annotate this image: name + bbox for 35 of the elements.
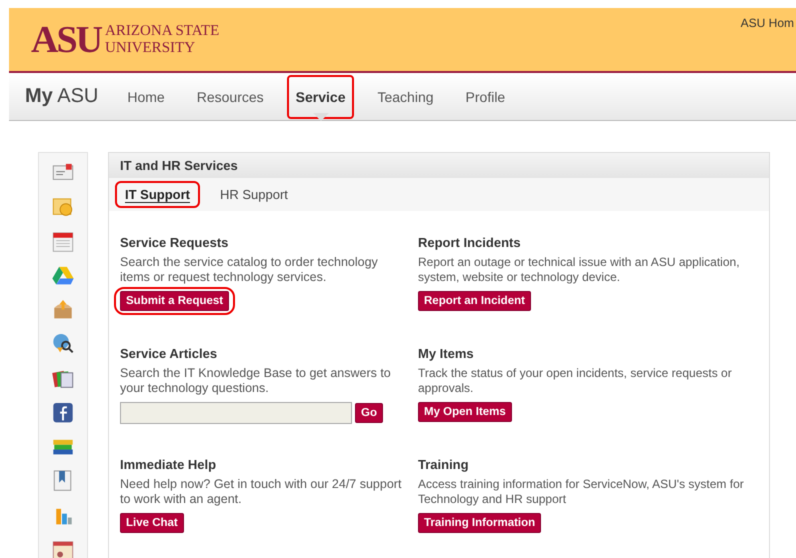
action-button[interactable]: Training Information [418,513,542,533]
globe-icon[interactable] [51,332,75,356]
panel-title: IT and HR Services [120,158,238,173]
search-field[interactable] [120,402,352,424]
support-tab[interactable]: HR Support [210,181,298,208]
section-description: Report an outage or technical issue with an ASU application, system, website or technology device. [418,255,741,285]
section-title: Training [418,457,470,472]
section-description: Need help now? Get in touch with our 24/7 support to work with an agent. [120,477,402,507]
section-description: Access training information for ServiceNow, ASU's system for Technology and HR support [418,477,745,507]
logo-mark[interactable]: ASU [31,21,102,59]
action-button[interactable]: Live Chat [120,513,184,533]
nav-tab[interactable]: Profile [456,74,514,118]
section-description: Search the service catalog to order technology items or request technology services. [120,255,379,285]
nav-tab[interactable]: Service [286,74,354,118]
section-title: My Items [418,346,475,361]
logo-text: ARIZONA STATE [105,23,220,40]
social-icon[interactable] [51,400,75,424]
section-description: Search the IT Knowledge Base to get answers to your technology questions. [120,366,392,396]
action-button[interactable]: Submit a Request [120,291,230,311]
go-button[interactable]: Go [355,403,383,423]
section-title: Service Requests [120,235,230,250]
brand-title: My ASU [25,85,98,108]
nav-tab[interactable]: Resources [188,74,273,118]
section-title: Service Articles [120,346,218,361]
section-title: Immediate Help [120,457,218,472]
support-tab[interactable]: IT Support [115,181,200,208]
action-button[interactable]: My Open Items [418,402,512,422]
logo-text: UNIVERSITY [105,40,196,57]
action-button[interactable]: Report an Incident [418,291,531,311]
section-title: Report Incidents [418,235,522,250]
home-link[interactable]: ASU Hom [740,16,794,30]
calendar-icon[interactable] [51,230,75,253]
nav-tab[interactable]: Teaching [368,74,443,118]
section-description: Track the status of your open incidents, service requests or approvals. [418,366,733,396]
nav-tab[interactable]: Home [118,74,174,118]
